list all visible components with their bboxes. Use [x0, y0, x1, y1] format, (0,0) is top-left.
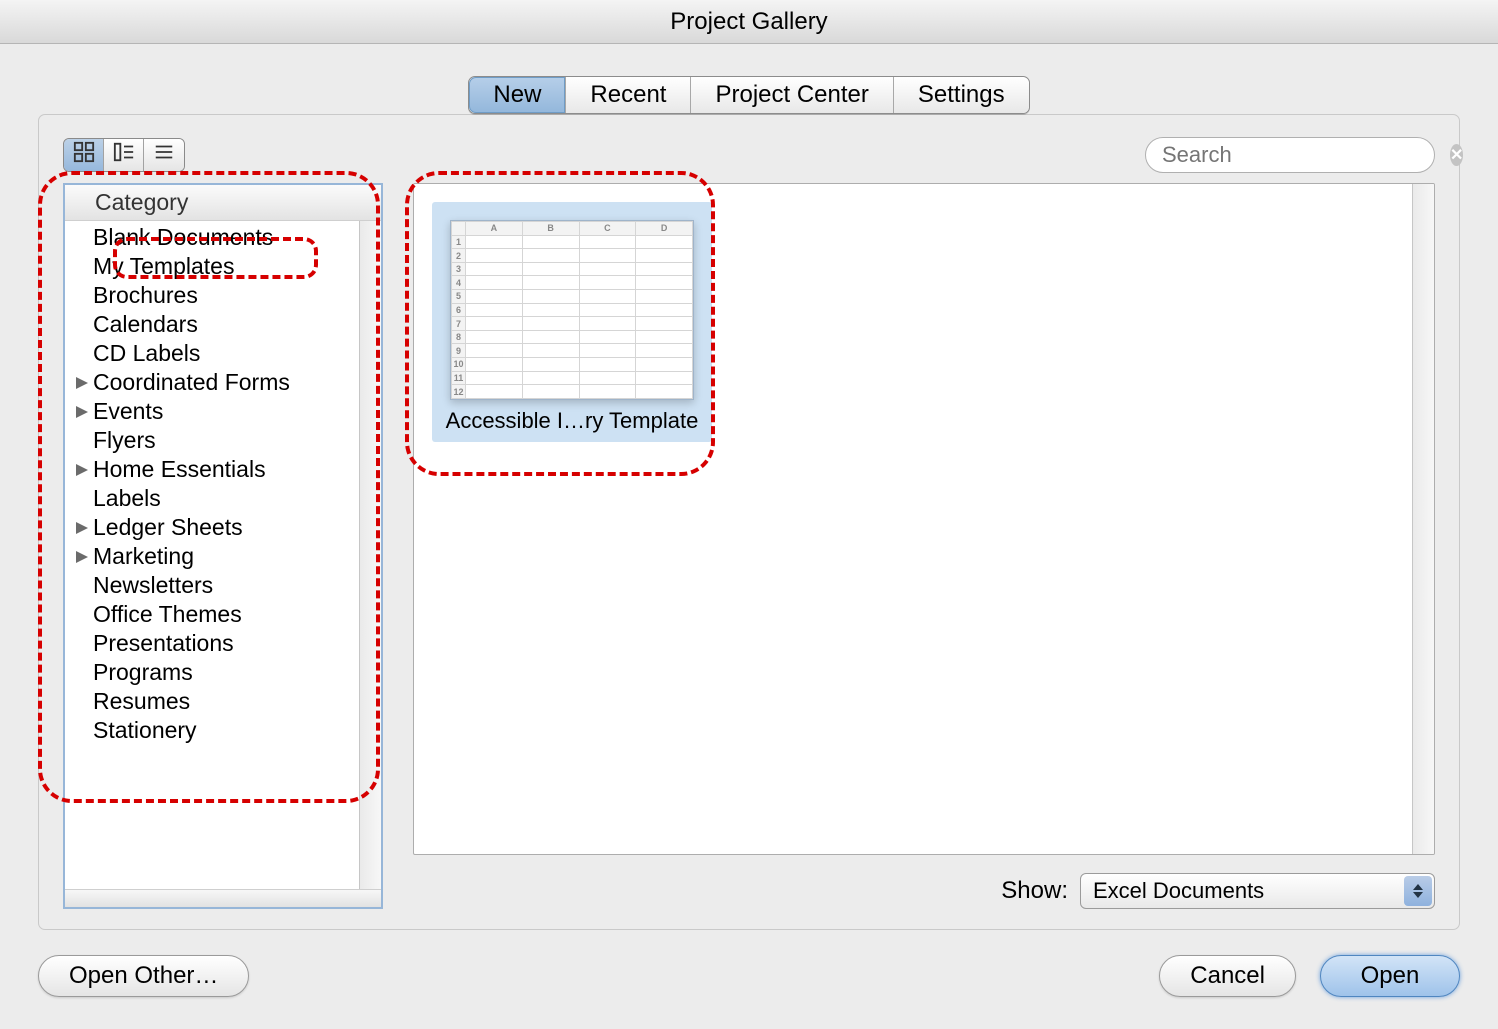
- sidebar-item-cd-labels[interactable]: CD Labels: [65, 339, 381, 368]
- sidebar-item-marketing[interactable]: Marketing: [65, 542, 381, 571]
- sidebar-item-label: Programs: [93, 659, 193, 686]
- grid-icon: [73, 141, 95, 169]
- search-field[interactable]: ✕: [1145, 137, 1435, 173]
- sidebar-item-presentations[interactable]: Presentations: [65, 629, 381, 658]
- tab-bar: New Recent Project Center Settings: [468, 76, 1029, 114]
- open-other-button[interactable]: Open Other…: [38, 955, 249, 997]
- sidebar-item-calendars[interactable]: Calendars: [65, 310, 381, 339]
- sidebar-item-stationery[interactable]: Stationery: [65, 716, 381, 745]
- view-list-button[interactable]: [144, 139, 184, 171]
- sidebar-item-label: Presentations: [93, 630, 234, 657]
- tab-project-center[interactable]: Project Center: [691, 77, 893, 113]
- tab-new[interactable]: New: [469, 77, 566, 113]
- disclosure-triangle-icon[interactable]: [73, 403, 91, 421]
- category-header: Category: [65, 185, 381, 221]
- sidebar-item-label: Brochures: [93, 282, 198, 309]
- sidebar-item-label: Events: [93, 398, 163, 425]
- sidebar-item-labels[interactable]: Labels: [65, 484, 381, 513]
- sidebar-item-label: My Templates: [93, 253, 234, 280]
- results-area: ABCD 1 2 3 4 5 6 7 8 9 10 11 12: [413, 183, 1435, 855]
- results-scrollbar[interactable]: [1412, 184, 1434, 854]
- sidebar-item-label: Office Themes: [93, 601, 242, 628]
- sidebar-footer: [65, 889, 381, 907]
- show-label: Show:: [1001, 877, 1068, 905]
- list-icon: [153, 141, 175, 169]
- sidebar-item-resumes[interactable]: Resumes: [65, 687, 381, 716]
- sidebar-item-label: Flyers: [93, 427, 156, 454]
- sidebar-item-office-themes[interactable]: Office Themes: [65, 600, 381, 629]
- sidebar-item-brochures[interactable]: Brochures: [65, 281, 381, 310]
- disclosure-triangle-icon[interactable]: [73, 461, 91, 479]
- sidebar-item-label: Coordinated Forms: [93, 369, 290, 396]
- sidebar-item-label: Resumes: [93, 688, 190, 715]
- sidebar-item-label: Labels: [93, 485, 161, 512]
- sidebar-item-programs[interactable]: Programs: [65, 658, 381, 687]
- template-label: Accessible I…ry Template: [432, 408, 712, 434]
- sidebar-item-label: Ledger Sheets: [93, 514, 243, 541]
- sidebar-item-label: Newsletters: [93, 572, 213, 599]
- category-sidebar: Category Blank DocumentsMy TemplatesBroc…: [63, 183, 383, 909]
- show-dropdown[interactable]: Excel Documents: [1080, 873, 1435, 909]
- sidebar-item-label: Blank Documents: [93, 224, 273, 251]
- dropdown-stepper-icon: [1404, 876, 1432, 906]
- sidebar-item-events[interactable]: Events: [65, 397, 381, 426]
- disclosure-triangle-icon[interactable]: [73, 374, 91, 392]
- search-input[interactable]: [1162, 142, 1450, 168]
- view-grid-button[interactable]: [64, 139, 104, 171]
- sidebar-item-label: Stationery: [93, 717, 197, 744]
- columns-icon: [113, 141, 135, 169]
- sidebar-item-newsletters[interactable]: Newsletters: [65, 571, 381, 600]
- show-value: Excel Documents: [1093, 878, 1264, 904]
- template-thumbnail: ABCD 1 2 3 4 5 6 7 8 9 10 11 12: [450, 220, 694, 400]
- clear-search-icon[interactable]: ✕: [1450, 144, 1463, 166]
- template-tile[interactable]: ABCD 1 2 3 4 5 6 7 8 9 10 11 12: [432, 202, 712, 442]
- disclosure-triangle-icon[interactable]: [73, 548, 91, 566]
- sidebar-item-label: Home Essentials: [93, 456, 266, 483]
- sidebar-item-home-essentials[interactable]: Home Essentials: [65, 455, 381, 484]
- sidebar-item-flyers[interactable]: Flyers: [65, 426, 381, 455]
- sidebar-item-label: Calendars: [93, 311, 198, 338]
- cancel-button[interactable]: Cancel: [1159, 955, 1296, 997]
- sidebar-item-my-templates[interactable]: My Templates: [65, 252, 381, 281]
- sidebar-item-label: CD Labels: [93, 340, 200, 367]
- tab-settings[interactable]: Settings: [894, 77, 1029, 113]
- sidebar-item-ledger-sheets[interactable]: Ledger Sheets: [65, 513, 381, 542]
- open-button[interactable]: Open: [1320, 955, 1460, 997]
- disclosure-triangle-icon[interactable]: [73, 519, 91, 537]
- sidebar-scrollbar[interactable]: [359, 221, 381, 889]
- sidebar-item-blank-documents[interactable]: Blank Documents: [65, 223, 381, 252]
- sidebar-item-coordinated-forms[interactable]: Coordinated Forms: [65, 368, 381, 397]
- view-mode-toggle: [63, 138, 185, 172]
- view-columns-button[interactable]: [104, 139, 144, 171]
- window-title: Project Gallery: [0, 0, 1498, 44]
- tab-recent[interactable]: Recent: [566, 77, 691, 113]
- sidebar-item-label: Marketing: [93, 543, 194, 570]
